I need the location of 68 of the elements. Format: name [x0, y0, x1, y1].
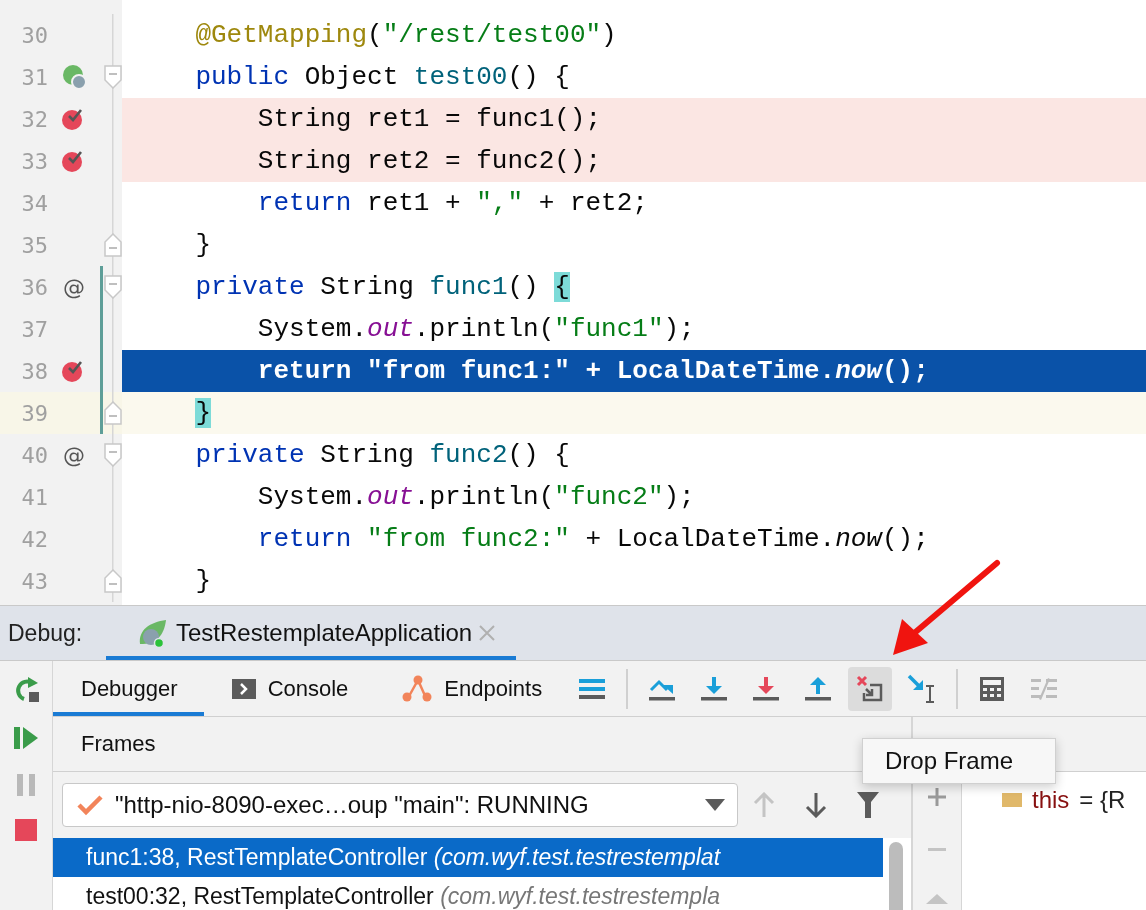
line-number: 41 [20, 484, 48, 510]
fold-end-icon[interactable] [103, 233, 122, 257]
fold-icon[interactable] [103, 443, 122, 467]
remove-icon[interactable] [928, 848, 946, 852]
fold-end-icon[interactable] [103, 569, 122, 593]
line-number: 31 [20, 64, 48, 90]
check-icon [77, 794, 103, 816]
drop-frame-icon [856, 674, 885, 703]
line-number: 30 [20, 22, 48, 48]
calculator-icon [979, 675, 1006, 702]
endpoints-icon [402, 674, 433, 703]
override-marker[interactable]: @ [63, 442, 85, 468]
code-line: @GetMapping("/rest/test00") [194, 19, 617, 52]
line-number: 35 [20, 232, 48, 258]
code-line: return "from func2:" + LocalDateTime.now(); [256, 523, 929, 556]
line-number: 43 [20, 568, 48, 594]
tooltip: Drop Frame [862, 738, 1056, 784]
panel-label: Debug: [7, 619, 84, 647]
step-into-icon [701, 675, 728, 702]
step-out-icon [805, 675, 832, 702]
line-number: 37 [20, 316, 48, 342]
drop-frame-button[interactable] [848, 666, 893, 711]
down-arrow-icon[interactable] [805, 792, 827, 818]
code-line: public Object test00() { [194, 61, 570, 94]
scrollbar-thumb[interactable] [889, 842, 903, 910]
layout-icon [579, 677, 606, 700]
code-line: } [194, 229, 211, 262]
console-icon [231, 678, 256, 699]
override-marker[interactable]: @ [63, 274, 85, 300]
caret-icon [705, 799, 725, 811]
pane-title: Frames [81, 731, 156, 757]
code-line: private String func2() { [194, 439, 570, 472]
close-icon[interactable] [478, 624, 497, 642]
code-line: System.out.println("func2"); [256, 481, 695, 514]
line-number: 39 [20, 400, 48, 426]
variable-name: this [1032, 786, 1070, 814]
code-line: return ret1 + "," + ret2; [256, 187, 648, 220]
line-number: 34 [20, 190, 48, 216]
tab[interactable]: Debugger [53, 661, 204, 716]
resume-icon[interactable] [12, 725, 40, 751]
frame-row[interactable]: func1:38, RestTemplateController (com.wyf.test.testrestemplat [53, 838, 883, 877]
code-line: private String func1() { [194, 271, 570, 304]
line-number: 38 [20, 358, 48, 384]
up-triangle-icon[interactable] [926, 894, 948, 904]
field-icon [1002, 793, 1022, 807]
code-line: return "from func1:" + LocalDateTime.now(); [256, 355, 929, 388]
tab[interactable]: Console [203, 661, 375, 716]
frame-row[interactable]: test00:32, RestTemplateController (com.wyf.test.testrestempla [53, 877, 883, 910]
code-line: } [194, 565, 211, 598]
line-number: 33 [20, 148, 48, 174]
line-number: 40 [20, 442, 48, 468]
code-line: System.out.println("func1"); [256, 313, 695, 346]
force-step-into-icon [753, 675, 780, 702]
fold-icon[interactable] [103, 65, 122, 89]
add-icon[interactable] [928, 788, 946, 806]
variable-value: = {R [1079, 786, 1126, 814]
tab[interactable]: Endpoints [374, 661, 569, 716]
endpoint-icon[interactable] [61, 64, 87, 90]
line-number: 36 [20, 274, 48, 300]
fold-icon[interactable] [103, 275, 122, 299]
line-number: 32 [20, 106, 48, 132]
code-line: String ret1 = func1(); [256, 103, 602, 136]
trace-icon [1031, 677, 1058, 700]
code-line: String ret2 = func2(); [256, 145, 602, 178]
thread-dropdown[interactable]: "http-nio-8090-exec…oup "main": RUNNING [62, 783, 738, 827]
fold-end-icon[interactable] [103, 401, 122, 425]
line-number: 42 [20, 526, 48, 552]
filter-icon[interactable] [857, 792, 879, 818]
